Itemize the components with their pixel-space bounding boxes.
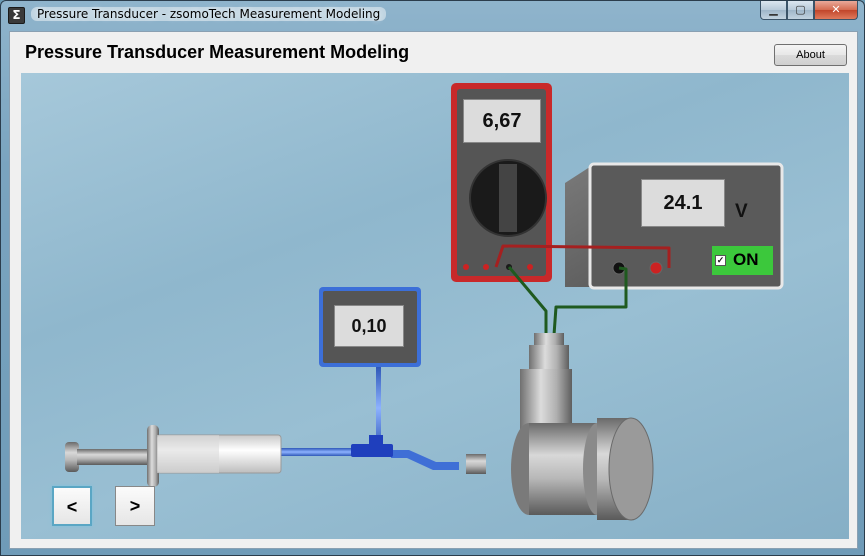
window-controls: ▁ ▢ ✕ — [760, 1, 858, 20]
transducer-tube — [391, 450, 459, 470]
page-title: Pressure Transducer Measurement Modeling — [25, 42, 410, 62]
transducer-inlet-port — [466, 454, 486, 474]
dial-pointer — [499, 164, 517, 232]
psu-positive-terminal[interactable] — [649, 261, 663, 275]
t-junction-top — [369, 435, 383, 447]
simulation-canvas: 6,67 24.1 V ✓ ON 0,10 < > — [21, 73, 849, 539]
meter-jack-1 — [463, 264, 469, 270]
tubing — [279, 435, 459, 470]
transducer-connector — [529, 345, 569, 369]
power-switch-checkbox[interactable]: ✓ — [715, 255, 726, 266]
maximize-button[interactable]: ▢ — [787, 1, 814, 20]
multimeter-display: 6,67 — [463, 99, 541, 143]
syringe-plunger-rod[interactable] — [77, 449, 151, 465]
client-area: Pressure Transducer Measurement Modeling… — [9, 31, 858, 549]
transducer-neck — [520, 369, 572, 431]
meter-jack-3 — [527, 264, 533, 270]
title-bar[interactable]: Σ Pressure Transducer - zsomoTech Measur… — [1, 1, 864, 31]
power-switch[interactable]: ✓ ON — [712, 246, 773, 275]
about-button[interactable]: About — [774, 44, 847, 66]
syringe-plunger-head[interactable] — [65, 442, 79, 472]
meter-jack-2 — [483, 264, 489, 270]
syringe — [65, 425, 282, 487]
next-button[interactable]: > — [115, 486, 155, 526]
pressure-transducer — [466, 333, 654, 521]
close-button[interactable]: ✕ — [814, 1, 858, 20]
pressure-display: 0,10 — [334, 305, 404, 347]
transducer-cap-face — [608, 417, 654, 521]
minimize-button[interactable]: ▁ — [760, 1, 787, 20]
power-switch-label: ON — [733, 250, 759, 269]
app-logo-icon[interactable]: Σ — [8, 7, 25, 24]
syringe-plunger-inside — [157, 435, 219, 473]
previous-button[interactable]: < — [52, 486, 92, 526]
psu-voltage-unit: V — [735, 201, 748, 222]
apparatus-drawing — [65, 83, 784, 521]
transducer-cable-gland — [534, 333, 564, 345]
app-window: Σ Pressure Transducer - zsomoTech Measur… — [0, 0, 865, 556]
psu-voltage-display: 24.1 — [641, 179, 725, 227]
window-title: Pressure Transducer - zsomoTech Measurem… — [31, 7, 387, 21]
